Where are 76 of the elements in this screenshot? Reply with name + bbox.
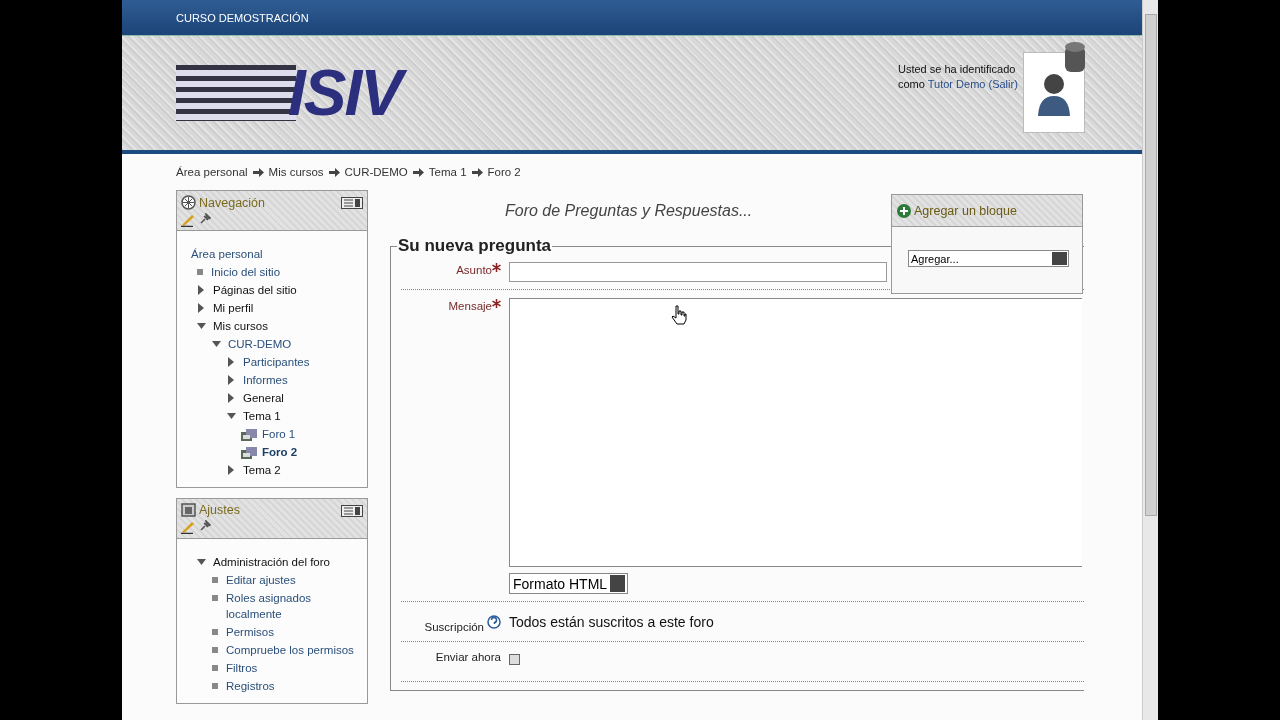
arrow-icon — [412, 167, 424, 177]
bullet-icon — [212, 577, 218, 583]
pencil-icon[interactable] — [181, 213, 196, 227]
format-select[interactable]: Formato HTML — [509, 573, 629, 594]
compass-icon — [181, 195, 196, 210]
subject-field[interactable] — [509, 262, 887, 282]
forum-title: Foro de Preguntas y Respuestas... — [505, 201, 753, 221]
breadcrumb-link[interactable]: CUR-DEMO — [344, 166, 408, 178]
field-label: Enviar ahora — [434, 650, 501, 663]
field-label: Mensaje — [448, 300, 492, 312]
checkbox[interactable] — [509, 654, 520, 665]
expanded-arrow-icon[interactable] — [226, 411, 238, 421]
login-text: Usted se ha identificado — [898, 62, 1017, 77]
scrollbar[interactable] — [1142, 0, 1158, 720]
arrow-icon — [328, 167, 340, 177]
logout-link[interactable]: (Salir) — [988, 78, 1018, 90]
tree-item[interactable]: Tema 1 — [243, 407, 281, 425]
tree-item[interactable]: Foro 1 — [262, 425, 296, 443]
tree-item[interactable]: Tema 2 — [243, 461, 281, 479]
block-title: Navegación — [199, 195, 265, 210]
user-avatar[interactable] — [1023, 52, 1085, 133]
pencil-icon[interactable] — [181, 520, 196, 534]
help-icon[interactable] — [487, 615, 501, 629]
tree-item[interactable]: Compruebe los permisos — [226, 641, 354, 659]
tree-item[interactable]: Roles asignados localmente — [226, 589, 359, 623]
bullet-icon — [212, 647, 218, 653]
arrow-icon — [252, 167, 264, 177]
bullet-icon — [212, 683, 218, 689]
form-legend: Su nueva pregunta — [397, 236, 553, 256]
block-title: Agregar un bloque — [914, 203, 1017, 218]
tree-item[interactable]: Administración del foro — [213, 553, 330, 571]
tree-item[interactable]: Informes — [243, 371, 288, 389]
tree-item[interactable]: Inicio del sitio — [211, 263, 281, 281]
breadcrumb-link[interactable]: Área personal — [176, 166, 248, 178]
forum-icon — [241, 429, 257, 443]
tree-item[interactable]: General — [243, 389, 284, 407]
breadcrumb-link[interactable]: Mis cursos — [268, 166, 324, 178]
scrollbar-thumb[interactable] — [1145, 14, 1157, 516]
dock-icon[interactable] — [341, 505, 363, 517]
breadcrumb-link[interactable]: Tema 1 — [428, 166, 467, 178]
message-field[interactable] — [509, 298, 1082, 567]
user-link[interactable]: Tutor Demo — [927, 78, 986, 90]
subscription-value: Todos están suscritos a este foro — [509, 614, 715, 630]
expanded-arrow-icon[interactable] — [196, 321, 208, 331]
tree-item[interactable]: Participantes — [243, 353, 310, 371]
block-title: Ajustes — [199, 503, 240, 517]
tree-item[interactable]: Mi perfil — [213, 299, 254, 317]
arrow-icon — [471, 167, 483, 177]
hand-cursor-icon — [671, 305, 687, 325]
field-label: Suscripción — [424, 621, 484, 633]
plus-icon — [897, 203, 911, 218]
field-label: Asunto — [456, 264, 492, 276]
tree-item[interactable]: Foro 2 — [262, 443, 298, 461]
tree-item[interactable]: CUR-DEMO — [228, 335, 292, 353]
tree-item[interactable]: Área personal — [191, 245, 263, 263]
bullet-icon — [212, 629, 218, 635]
tree-item[interactable]: Permisos — [226, 623, 274, 641]
tree-item[interactable]: Páginas del sitio — [213, 281, 297, 299]
bullet-icon — [212, 595, 218, 601]
pin-icon[interactable] — [200, 213, 211, 224]
breadcrumb-link[interactable]: Foro 2 — [487, 166, 521, 178]
expanded-arrow-icon[interactable] — [196, 557, 208, 567]
pin-icon[interactable] — [200, 520, 211, 531]
expanded-arrow-icon[interactable] — [211, 339, 223, 349]
tree-item[interactable]: Mis cursos — [213, 317, 268, 335]
logo[interactable]: ISIV — [176, 60, 411, 126]
forum-icon — [241, 447, 257, 461]
course-name: CURSO DEMOSTRACIÓN — [176, 11, 309, 24]
bullet-icon — [212, 665, 218, 671]
dock-icon[interactable] — [341, 197, 363, 209]
tree-item[interactable]: Registros — [226, 677, 275, 695]
tree-item[interactable]: Filtros — [226, 659, 258, 677]
block-select[interactable]: Agregar... — [908, 250, 1069, 267]
login-text: como — [898, 78, 925, 90]
bullet-icon — [197, 269, 203, 275]
tree-item[interactable]: Editar ajustes — [226, 571, 296, 589]
